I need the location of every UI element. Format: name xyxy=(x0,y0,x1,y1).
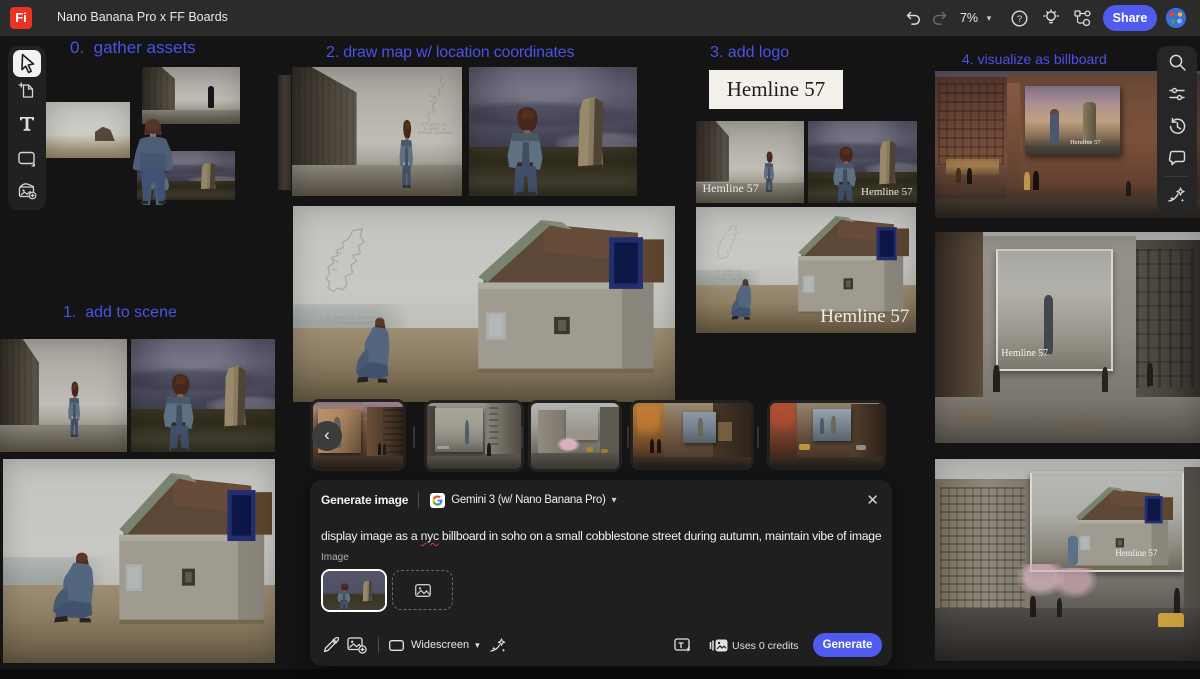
svg-text:?: ? xyxy=(1016,14,1021,25)
